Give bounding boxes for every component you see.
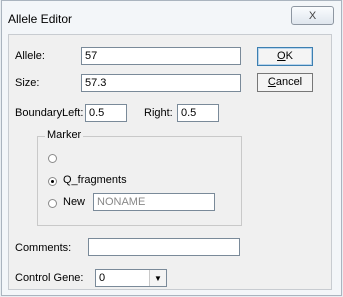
boundary-right-field[interactable]: 0.5: [177, 104, 219, 122]
ok-button[interactable]: OK: [257, 47, 313, 66]
chevron-down-icon[interactable]: ▼: [149, 270, 166, 286]
boundary-right-label: Right:: [144, 107, 173, 119]
boundary-label: Boundary:: [15, 107, 66, 119]
dialog-body: Allele: 57 Size: 57.3 Boundary: Left: 0.…: [8, 34, 332, 290]
size-field[interactable]: 57.3: [81, 74, 241, 92]
q-fragments-label: Q_fragments: [63, 174, 127, 186]
window-title: Allele Editor: [8, 12, 73, 26]
boundary-left-label: Left:: [62, 107, 84, 119]
marker-group-title: Marker: [45, 129, 84, 141]
comments-field[interactable]: [88, 238, 240, 256]
size-label: Size:: [15, 77, 40, 89]
title-bar[interactable]: Allele Editor X: [2, 1, 341, 35]
allele-label: Allele:: [15, 50, 45, 62]
ok-accelerator: O: [277, 50, 286, 62]
marker-radio-new[interactable]: [48, 199, 57, 208]
cancel-accelerator: C: [267, 76, 276, 88]
control-gene-value: 0: [99, 272, 106, 284]
allele-editor-dialog: Allele Editor X Allele: 57 Size: 57.3 Bo…: [1, 0, 342, 296]
new-label: New: [63, 196, 86, 208]
cancel-button[interactable]: Cancel: [257, 73, 313, 92]
close-button[interactable]: X: [291, 6, 334, 25]
comments-label: Comments:: [15, 242, 72, 254]
marker-radio-q-fragments[interactable]: [48, 177, 57, 186]
control-gene-label: Control Gene:: [15, 272, 84, 284]
boundary-left-field[interactable]: 0.5: [85, 104, 127, 122]
ok-label-rest: K: [285, 50, 293, 62]
cancel-label-rest: ancel: [275, 76, 303, 88]
new-marker-name-field[interactable]: NONAME: [93, 193, 215, 211]
close-icon: X: [308, 9, 317, 22]
allele-field[interactable]: 57: [81, 47, 241, 65]
marker-radio-1[interactable]: [48, 154, 57, 163]
control-gene-select[interactable]: 0 ▼: [95, 269, 167, 287]
